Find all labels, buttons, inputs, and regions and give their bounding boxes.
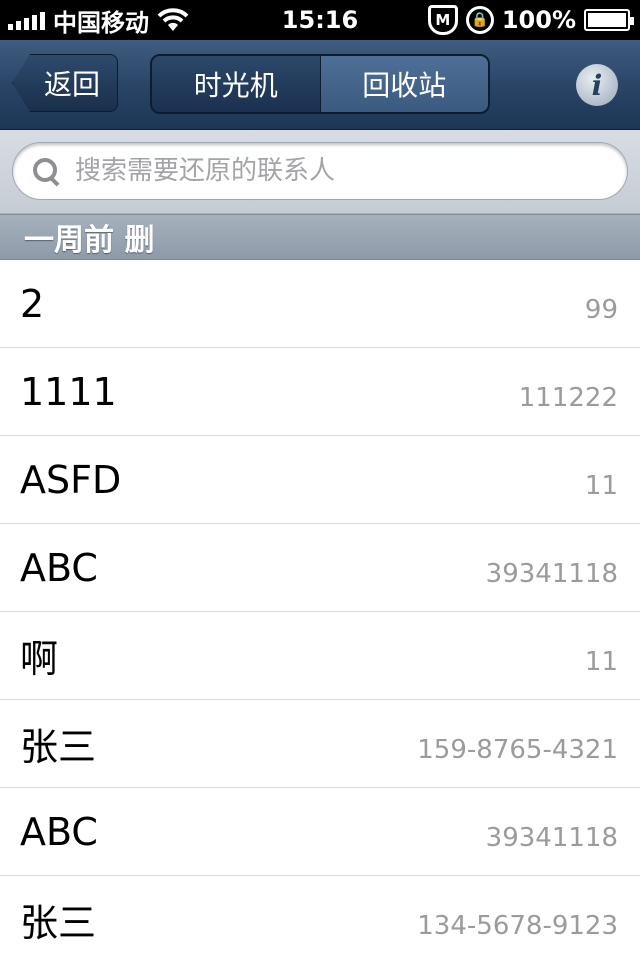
segment-recycle-bin[interactable]: 回收站 — [320, 56, 488, 112]
contact-name: ASFD — [20, 457, 122, 502]
info-button[interactable]: i — [576, 64, 618, 106]
wifi-icon — [157, 8, 189, 31]
list-item[interactable]: ABC 39341118 — [0, 524, 640, 612]
list-item[interactable]: 1111 111222 — [0, 348, 640, 436]
contact-name: 张三 — [20, 901, 97, 945]
segment-time-machine[interactable]: 时光机 — [152, 56, 321, 112]
battery-icon — [584, 9, 634, 31]
shield-m-icon: M — [427, 5, 458, 35]
search-input[interactable] — [75, 156, 595, 186]
contact-name: ABC — [20, 545, 98, 590]
contact-list: 2 99 1111 111222 ASFD 11 ABC 39341118 啊 … — [0, 260, 640, 960]
search-bar — [0, 130, 640, 214]
contact-number: 39341118 — [485, 822, 618, 853]
contact-number: 11 — [584, 646, 618, 677]
contact-number: 11 — [584, 470, 618, 501]
contact-name: 2 — [20, 281, 45, 326]
info-icon: i — [591, 68, 603, 102]
navigation-bar: 返回 时光机 回收站 i — [0, 40, 640, 130]
search-icon — [31, 156, 61, 186]
signal-icon — [8, 10, 45, 30]
search-field[interactable] — [12, 142, 628, 200]
status-right: M 🔒 100% — [427, 5, 634, 35]
contact-name: ABC — [20, 809, 98, 854]
contact-number: 159-8765-4321 — [417, 734, 618, 765]
status-bar: 中国移动 15:16 M 🔒 100% — [0, 0, 640, 40]
section-header: 一周前 删 — [0, 214, 640, 260]
rotation-lock-icon: 🔒 — [465, 6, 494, 34]
contact-number: 99 — [584, 294, 618, 325]
list-item[interactable]: 啊 11 — [0, 612, 640, 700]
segmented-control: 时光机 回收站 — [150, 54, 490, 114]
list-item[interactable]: 2 99 — [0, 260, 640, 348]
status-left: 中国移动 — [8, 3, 189, 38]
contact-number: 111222 — [518, 382, 618, 413]
contact-name: 1111 — [20, 369, 117, 414]
list-item[interactable]: ABC 39341118 — [0, 788, 640, 876]
contact-number: 39341118 — [485, 558, 618, 589]
list-item[interactable]: 张三 134-5678-9123 — [0, 876, 640, 960]
carrier-name: 中国移动 — [53, 8, 149, 37]
contact-name: 张三 — [20, 725, 97, 769]
back-button[interactable]: 返回 — [12, 54, 118, 112]
list-item[interactable]: 张三 159-8765-4321 — [0, 700, 640, 788]
contact-number: 134-5678-9123 — [417, 910, 618, 941]
list-item[interactable]: ASFD 11 — [0, 436, 640, 524]
contact-name: 啊 — [20, 637, 59, 681]
battery-percent: 100% — [501, 6, 576, 34]
